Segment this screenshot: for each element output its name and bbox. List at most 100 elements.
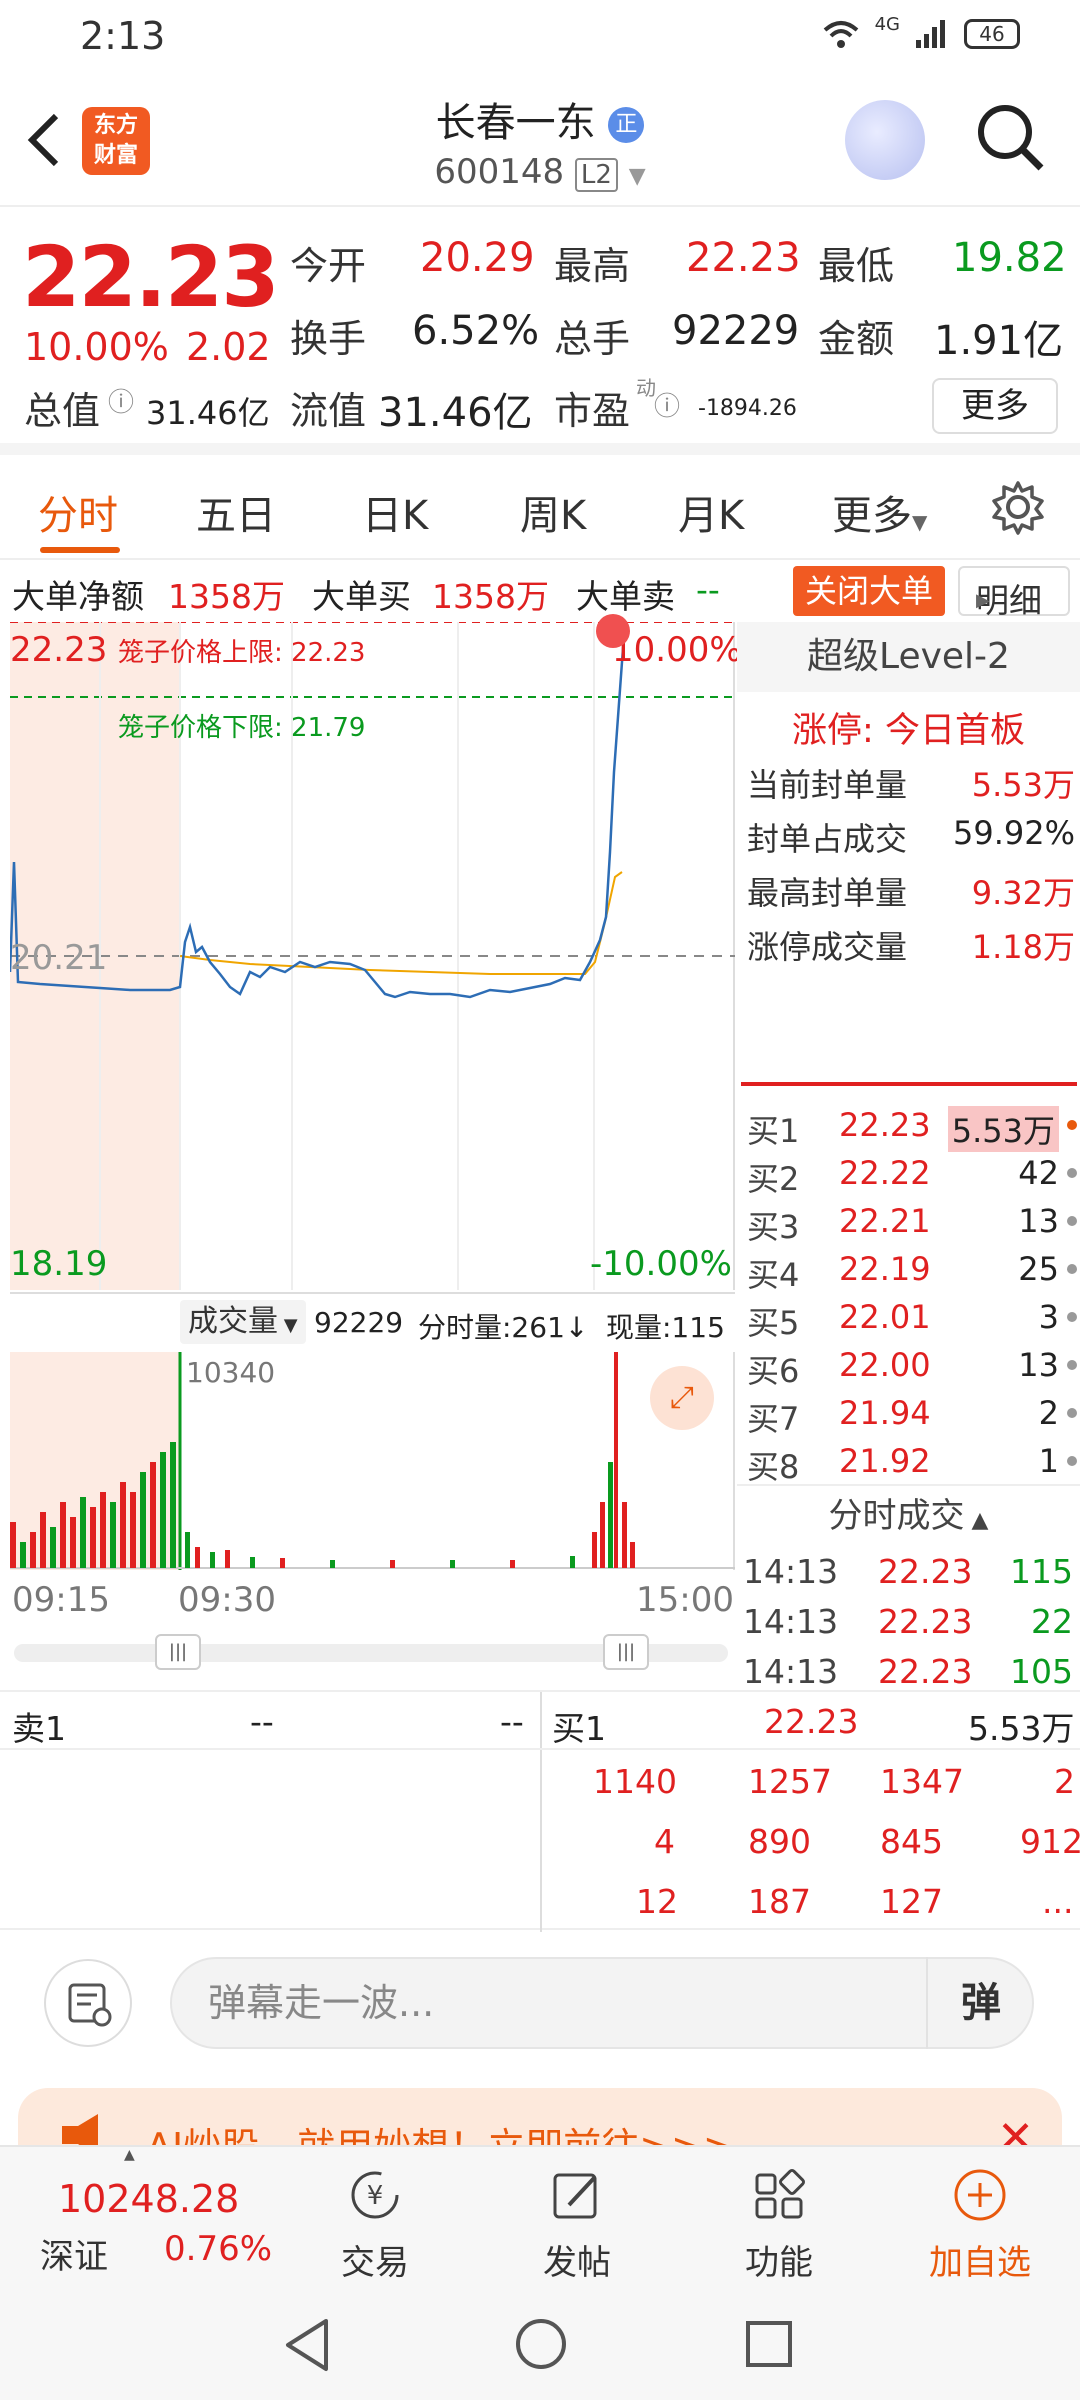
volume-minute: 分时量:261↓ bbox=[418, 1311, 589, 1344]
big-net-label: 大单净额 bbox=[12, 577, 144, 616]
volume-chart[interactable]: 10340 ⤢ bbox=[10, 1352, 735, 1570]
bid-row[interactable]: 买2 22.22 42 bbox=[747, 1154, 1077, 1202]
buy1-label: 买1 bbox=[552, 1709, 606, 1748]
danmaku-toggle-button[interactable]: 弹 bbox=[926, 1957, 1034, 2049]
close-big-order-button[interactable]: 关闭大单 bbox=[793, 566, 945, 616]
info-icon[interactable]: ⓘ bbox=[108, 382, 134, 419]
tab-weekly-k[interactable]: 周K bbox=[520, 483, 586, 541]
bid-row[interactable]: 买6 22.00 13 bbox=[747, 1346, 1077, 1394]
time-end: 15:00 bbox=[636, 1580, 734, 1620]
volume-total: 92229 bbox=[314, 1306, 404, 1339]
open-label: 今开 bbox=[290, 244, 367, 288]
tab-intraday[interactable]: 分时 bbox=[38, 483, 118, 541]
chart-ref-price: 20.21 bbox=[10, 938, 108, 978]
clock: 2:13 bbox=[80, 14, 166, 58]
pe-value: -1894.26 bbox=[698, 396, 797, 421]
queue-cell: 187 bbox=[748, 1882, 811, 1921]
queue-cell: 1347 bbox=[880, 1762, 964, 1801]
tab-five-day[interactable]: 五日 bbox=[196, 483, 276, 541]
time-start: 09:15 bbox=[12, 1580, 110, 1620]
turnover-value: 6.52% bbox=[412, 308, 540, 354]
volume-selector[interactable]: 成交量 ▼ bbox=[180, 1300, 306, 1344]
system-home-icon[interactable] bbox=[514, 2317, 568, 2371]
low-label: 最低 bbox=[818, 244, 895, 288]
system-back-icon[interactable] bbox=[282, 2317, 332, 2373]
range-handle-left[interactable]: ||| bbox=[155, 1634, 201, 1670]
queue-cell: 890 bbox=[748, 1822, 811, 1861]
book-divider bbox=[540, 1692, 542, 1932]
more-quote-button[interactable]: 更多 bbox=[932, 378, 1058, 434]
buy1-qty: 5.53万 bbox=[968, 1709, 1075, 1748]
float-label: 流值 bbox=[290, 389, 367, 433]
average-price-line bbox=[179, 871, 623, 975]
status-bar: 2:13 4G 46 bbox=[0, 0, 1080, 72]
chart-top-price: 22.23 bbox=[10, 630, 108, 670]
bid-row[interactable]: 买3 22.21 13 bbox=[747, 1202, 1077, 1250]
search-icon[interactable] bbox=[975, 102, 1047, 174]
pe-sup: 动 bbox=[636, 376, 656, 400]
change-amount: 2.02 bbox=[186, 325, 271, 369]
index-value[interactable]: 10248.28 bbox=[58, 2177, 239, 2221]
dropdown-icon: ▼ bbox=[628, 164, 646, 189]
edit-icon bbox=[553, 2173, 597, 2219]
big-buy-value: 1358万 bbox=[432, 577, 549, 616]
quote-panel: 22.23 10.00% 2.02 今开 20.29 最高 22.23 最低 1… bbox=[0, 210, 1080, 455]
comment-list-icon[interactable] bbox=[44, 1959, 132, 2047]
system-nav-bar bbox=[0, 2285, 1080, 2400]
queue-cell: ... bbox=[1042, 1882, 1074, 1921]
level-badge: L2 bbox=[574, 158, 618, 192]
intraday-chart[interactable]: 22.23 笼子价格上限: 22.23 笼子价格下限: 21.79 10.00%… bbox=[10, 614, 742, 1290]
bid-row[interactable]: 买7 21.94 2 bbox=[747, 1394, 1077, 1442]
expand-icon[interactable]: ⤢ bbox=[650, 1366, 714, 1430]
big-buy-label: 大单买 bbox=[312, 577, 411, 616]
cage-upper-label: 笼子价格上限: 22.23 bbox=[118, 638, 366, 668]
queue-cell: 845 bbox=[880, 1822, 943, 1861]
comment-bar: 弹幕走一波... 弹 bbox=[0, 1935, 1080, 2075]
detail-button[interactable]: 明细 ▶ bbox=[958, 566, 1070, 620]
time-open: 09:30 bbox=[178, 1580, 276, 1620]
bid-row[interactable]: 买8 21.92 1 bbox=[747, 1442, 1077, 1490]
status-icons: 4G 46 bbox=[821, 14, 1020, 50]
ai-assistant-avatar[interactable] bbox=[845, 100, 925, 180]
book-header-divider bbox=[0, 1748, 1080, 1750]
tab-daily-k[interactable]: 日K bbox=[362, 483, 428, 541]
sell1-label: 卖1 bbox=[12, 1709, 66, 1748]
queue-cell: 12 bbox=[636, 1882, 678, 1921]
bid-row[interactable]: 买5 22.01 3 bbox=[747, 1298, 1077, 1346]
queue-cell: 4 bbox=[654, 1822, 675, 1861]
chart-bottom-price: 18.19 bbox=[10, 1244, 108, 1284]
last-price: 22.23 bbox=[22, 228, 280, 326]
index-name: 深证 bbox=[40, 2237, 108, 2277]
volume-svg bbox=[10, 1352, 735, 1570]
range-handle-right[interactable]: ||| bbox=[603, 1634, 649, 1670]
big-net-value: 1358万 bbox=[168, 577, 285, 616]
tab-more[interactable]: 更多▼ bbox=[832, 483, 927, 541]
svg-text:¥: ¥ bbox=[367, 2181, 384, 2211]
turnover-label: 换手 bbox=[290, 317, 367, 361]
wifi-icon bbox=[823, 21, 858, 48]
ticks-title[interactable]: 分时成交 ▲ bbox=[737, 1484, 1080, 1544]
tab-monthly-k[interactable]: 月K bbox=[678, 483, 744, 541]
float-value: 31.46亿 bbox=[378, 390, 533, 436]
trade-icon: ¥ bbox=[351, 2171, 399, 2219]
grid-icon bbox=[755, 2169, 805, 2219]
queue-cell: 2 bbox=[1054, 1762, 1075, 1801]
big-sell-label: 大单卖 bbox=[576, 577, 675, 616]
level2-title[interactable]: 超级Level-2 bbox=[737, 622, 1080, 692]
badge-icon: 正 bbox=[608, 107, 645, 143]
battery-icon: 46 bbox=[964, 19, 1020, 49]
queue-cell: 127 bbox=[880, 1882, 943, 1921]
mktcap-label: 总值 bbox=[24, 389, 101, 433]
bid-row[interactable]: 买1 22.23 5.53万 bbox=[747, 1106, 1077, 1154]
danmaku-input[interactable]: 弹幕走一波... bbox=[170, 1957, 1034, 2049]
buy1-price: 22.23 bbox=[764, 1702, 859, 1741]
sell1-qty: -- bbox=[500, 1702, 524, 1741]
pe-info-icon[interactable]: ⓘ bbox=[654, 386, 680, 423]
settings-gear-icon[interactable] bbox=[990, 479, 1046, 535]
chart-bottom-pct: -10.00% bbox=[590, 1244, 732, 1284]
pe-label: 市盈 bbox=[554, 389, 631, 433]
volume-value: 92229 bbox=[672, 308, 800, 354]
queue-cell: 912 bbox=[1020, 1822, 1080, 1861]
bid-row[interactable]: 买4 22.19 25 bbox=[747, 1250, 1077, 1298]
system-recents-icon[interactable] bbox=[744, 2319, 794, 2369]
